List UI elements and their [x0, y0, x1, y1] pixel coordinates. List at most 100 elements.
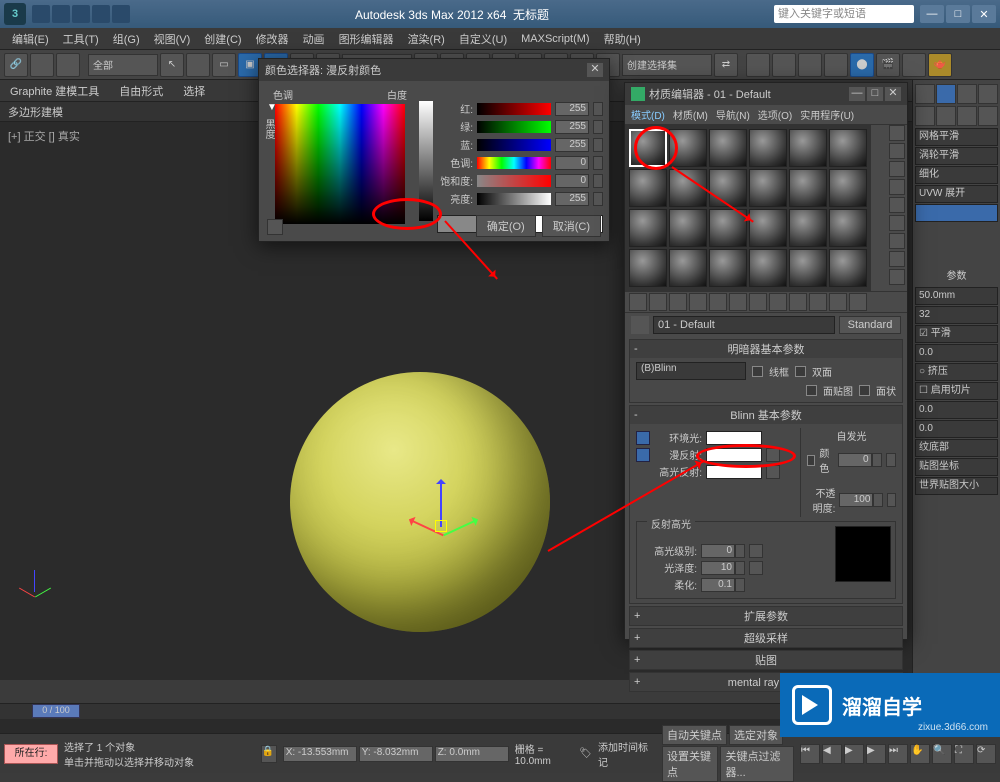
zoom-icon[interactable]: 🔍 [932, 744, 952, 764]
ribbon-tab-selection[interactable]: 选择 [183, 83, 205, 99]
spinner-icon[interactable] [735, 561, 745, 575]
red-slider[interactable] [477, 103, 551, 115]
goto-start-icon[interactable]: ⏮ [800, 744, 820, 764]
key-filters-button[interactable]: 关键点过滤器... [720, 746, 794, 782]
selection-filter-dropdown[interactable]: 全部 [88, 54, 158, 76]
material-slot[interactable] [789, 249, 827, 287]
material-slot[interactable] [829, 209, 867, 247]
layers-icon[interactable] [772, 53, 796, 77]
auto-key-button[interactable]: 自动关键点 [662, 725, 727, 745]
opacity-input[interactable]: 100 [839, 493, 873, 507]
material-slot[interactable] [789, 209, 827, 247]
menu-views[interactable]: 视图(V) [148, 29, 197, 49]
panel-tab-motion[interactable] [978, 84, 998, 104]
reset-map-icon[interactable] [689, 293, 707, 311]
param-row[interactable]: 50.0mm [915, 287, 998, 305]
param-row[interactable]: 贴图坐标 [915, 458, 998, 476]
select-by-mat-icon[interactable] [889, 251, 905, 267]
green-slider[interactable] [477, 121, 551, 133]
mat-menu-utilities[interactable]: 实用程序(U) [800, 107, 854, 122]
modifier-item[interactable]: 细化 [915, 166, 998, 184]
menu-customize[interactable]: 自定义(U) [453, 29, 513, 49]
menu-rendering[interactable]: 渲染(R) [402, 29, 451, 49]
panel-tab-create[interactable] [915, 84, 935, 104]
specular-color-swatch[interactable] [706, 465, 762, 479]
qat-redo-icon[interactable] [92, 5, 110, 23]
panel-tab-extra1[interactable] [957, 106, 977, 126]
blue-input[interactable]: 255 [555, 138, 589, 152]
material-slot[interactable] [709, 129, 747, 167]
viewport-label[interactable]: [+] 正交 [] 真实 [8, 128, 80, 144]
sel-set-field[interactable]: 选定对象 [729, 725, 783, 745]
lock-selection-icon[interactable]: 🔒 [261, 745, 277, 763]
param-row[interactable]: ○ 挤压 [915, 363, 998, 381]
ambient-color-swatch[interactable] [706, 431, 762, 445]
sample-uv-icon[interactable] [889, 179, 905, 195]
qat-save-icon[interactable] [52, 5, 70, 23]
coord-x-input[interactable]: X: -13.553mm [283, 746, 357, 762]
qat-more-icon[interactable] [112, 5, 130, 23]
spinner-icon[interactable] [735, 578, 745, 592]
modifier-item[interactable]: 网格平滑 [915, 128, 998, 146]
panel-tab-extra2[interactable] [978, 106, 998, 126]
material-slot[interactable] [669, 169, 707, 207]
self-illum-map-button[interactable] [886, 453, 896, 467]
rollout-shader-header[interactable]: -明暗器基本参数 [630, 340, 902, 358]
time-slider-thumb[interactable]: 0 / 100 [32, 704, 80, 718]
maxscript-tag[interactable]: 所在行: [4, 744, 58, 764]
prev-frame-icon[interactable]: ◀ [822, 744, 842, 764]
hue-slider[interactable] [477, 157, 551, 169]
material-slot[interactable] [789, 169, 827, 207]
self-illum-input[interactable]: 0 [838, 453, 872, 467]
dialog-close-icon[interactable]: ✕ [885, 87, 901, 101]
schematic-icon[interactable] [824, 53, 848, 77]
maximize-button[interactable]: □ [946, 5, 970, 23]
orbit-icon[interactable]: ⟳ [976, 744, 996, 764]
mat-menu-material[interactable]: 材质(M) [673, 107, 708, 122]
param-row[interactable]: 0.0 [915, 420, 998, 438]
panel-tab-utilities[interactable] [936, 106, 956, 126]
zoom-extents-icon[interactable]: ⛶ [954, 744, 974, 764]
spinner-icon[interactable] [872, 453, 882, 467]
facemap-checkbox[interactable] [806, 385, 817, 396]
spinner-icon[interactable] [593, 174, 603, 188]
menu-edit[interactable]: 编辑(E) [6, 29, 55, 49]
mat-menu-options[interactable]: 选项(O) [758, 107, 792, 122]
param-row[interactable]: 32 [915, 306, 998, 324]
spinner-icon[interactable] [593, 138, 603, 152]
panel-tab-hierarchy[interactable] [957, 84, 977, 104]
menu-modifiers[interactable]: 修改器 [250, 29, 295, 49]
rollout-params-header[interactable]: 参数 [915, 263, 998, 286]
backlight-icon[interactable] [889, 143, 905, 159]
gloss-map-button[interactable] [749, 561, 763, 575]
show-end-icon[interactable] [809, 293, 827, 311]
select-icon[interactable]: ↖ [160, 53, 184, 77]
twosided-checkbox[interactable] [795, 366, 806, 377]
dialog-close-icon[interactable]: ✕ [587, 63, 603, 77]
spinner-icon[interactable] [593, 102, 603, 116]
material-slot[interactable] [669, 249, 707, 287]
mat-menu-mode[interactable]: 模式(D) [631, 107, 665, 122]
ribbon-tab-freeform[interactable]: 自由形式 [119, 83, 163, 99]
go-parent-icon[interactable] [829, 293, 847, 311]
next-frame-icon[interactable]: ▶ [866, 744, 886, 764]
material-editor-icon[interactable]: ⬤ [850, 53, 874, 77]
value-slider[interactable] [419, 101, 433, 221]
render-setup-icon[interactable]: 🎬 [876, 53, 900, 77]
make-preview-icon[interactable] [889, 215, 905, 231]
soften-input[interactable]: 0.1 [701, 578, 735, 592]
diffuse-map-button[interactable] [766, 448, 780, 462]
goto-end-icon[interactable]: ⏭ [888, 744, 908, 764]
minimize-button[interactable]: ― [920, 5, 944, 23]
rollout-extended-header[interactable]: +扩展参数 [630, 607, 902, 625]
menu-tools[interactable]: 工具(T) [57, 29, 105, 49]
material-slot[interactable] [629, 209, 667, 247]
make-unique-icon[interactable] [729, 293, 747, 311]
param-row[interactable]: 世界贴图大小 [915, 477, 998, 495]
coord-y-input[interactable]: Y: -8.032mm [359, 746, 433, 762]
hue-input[interactable]: 0 [555, 156, 589, 170]
cancel-button[interactable]: 取消(C) [542, 215, 601, 237]
spinner-icon[interactable] [593, 156, 603, 170]
material-name-input[interactable]: 01 - Default [653, 316, 835, 334]
material-slot[interactable] [669, 209, 707, 247]
